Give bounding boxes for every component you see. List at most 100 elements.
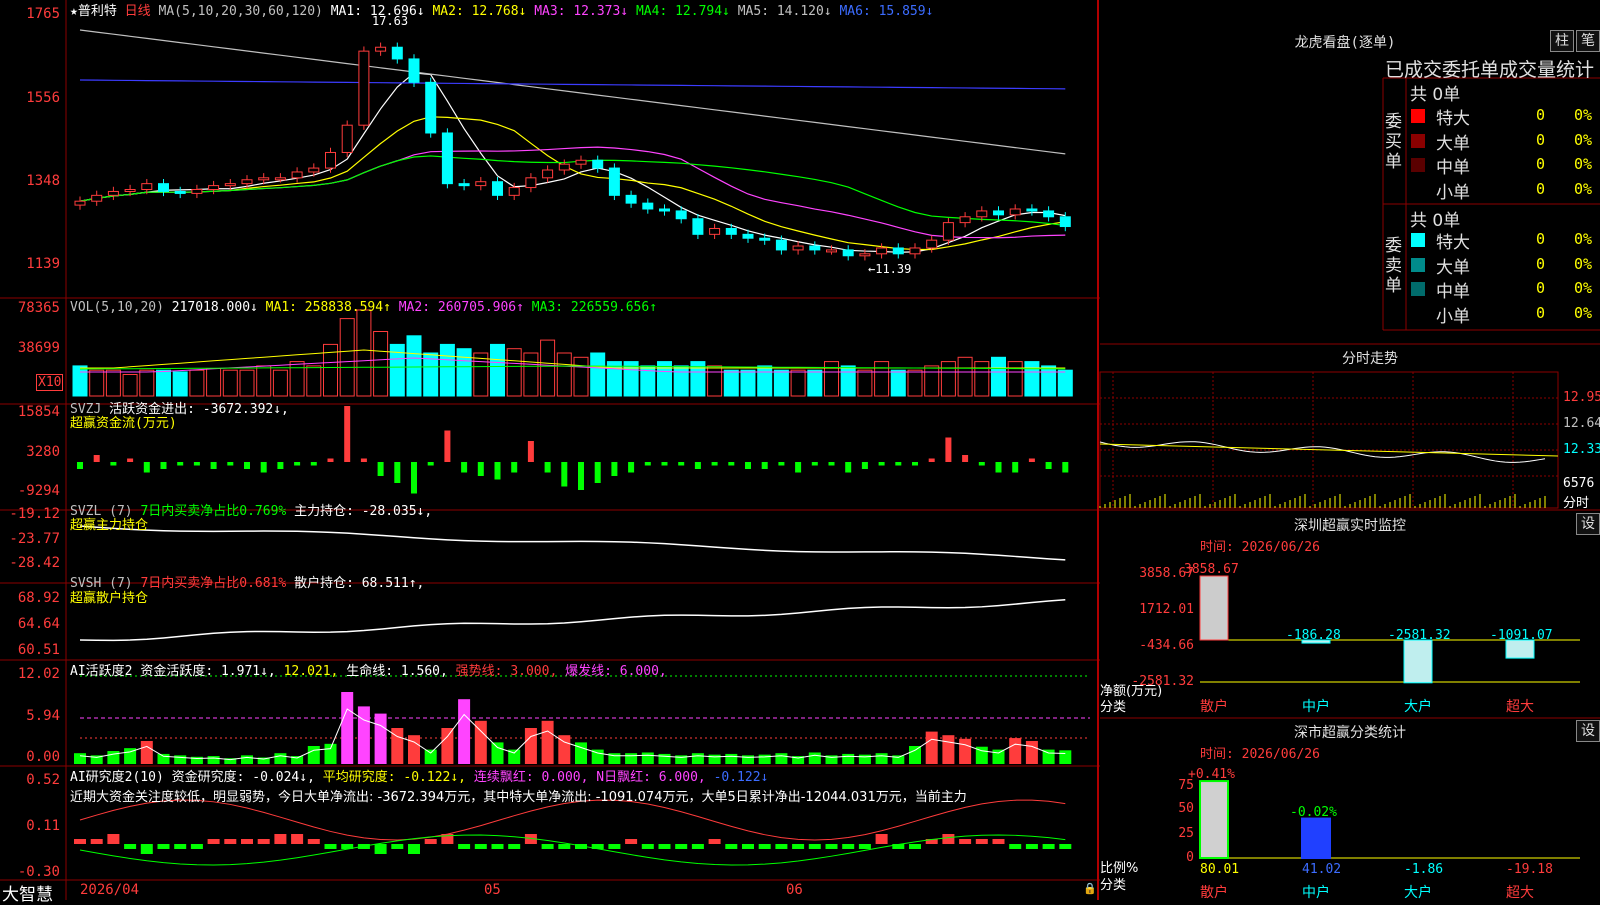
ai2-bar [875, 834, 888, 844]
volume-bar [139, 369, 155, 397]
candle-body [976, 210, 988, 218]
fenshi-tick: 6576 [1563, 476, 1595, 491]
sz-monitor-value: -186.28 [1286, 628, 1341, 643]
sz-monitor-bar [1403, 639, 1433, 684]
sz-monitor-value: 3858.67 [1184, 562, 1239, 577]
vol-label: VOL(5,10,20) [70, 300, 164, 315]
ma4-value: MA4: 12.794↓ [635, 4, 730, 19]
ma-line [79, 146, 1066, 239]
volume-bar [540, 339, 556, 397]
ai2-tick: -0.30 [17, 864, 60, 880]
ai2-bar [458, 844, 471, 849]
volume-bar [790, 369, 806, 397]
svzj-bar [93, 455, 100, 462]
svzj-bar [878, 462, 885, 466]
star-icon[interactable]: ★ [70, 4, 78, 19]
volume-bar [506, 348, 522, 397]
price-tick: 1765 [26, 6, 60, 22]
svzj-bar [494, 462, 501, 480]
ai1-tick: 12.02 [17, 666, 60, 682]
tick-mode-button[interactable]: 笔 [1576, 30, 1600, 52]
sz-class-settings-button[interactable]: 设 [1576, 720, 1600, 742]
ma-line [79, 29, 1066, 155]
ai2-avg: 平均研究度: -0.122↓, [322, 770, 467, 785]
ai1-bar [307, 746, 320, 764]
buy-row-label: 中单 [1436, 158, 1470, 178]
ma-line [79, 72, 1066, 253]
sz-monitor-tick: -434.66 [1139, 638, 1194, 653]
bar-mode-button[interactable]: 柱 [1550, 30, 1574, 52]
ai1-bar [658, 753, 671, 764]
volume-bar [556, 352, 572, 397]
svzj-bar [527, 441, 534, 462]
buy-row-volume: 0 [1536, 106, 1546, 124]
svzj-bar [427, 462, 434, 466]
ai1-bar [758, 754, 771, 764]
candle-body [441, 132, 453, 185]
candle-body [876, 247, 888, 255]
ai1-bar [625, 753, 638, 764]
stock-name[interactable]: 普利特 [78, 4, 117, 19]
sz-class-value: -1.86 [1404, 862, 1444, 877]
volume-bar [723, 369, 739, 397]
svzj-bar [294, 462, 301, 466]
volume-bar [406, 335, 422, 397]
svzj-sub: 超赢资金流(万元) [70, 416, 177, 431]
svzj-bar [661, 462, 668, 466]
sell-row-volume: 0 [1536, 230, 1546, 248]
ai2-bar [742, 844, 754, 849]
sz-monitor-settings-button[interactable]: 设 [1576, 513, 1600, 535]
candle-body [191, 189, 203, 194]
sell-row-label: 大单 [1436, 257, 1470, 278]
ai2-bar [675, 844, 688, 849]
ai2-bar [625, 839, 638, 844]
volume-bar [757, 365, 773, 397]
ai1-bar [992, 749, 1005, 764]
candle-body [258, 177, 270, 181]
sz-monitor-bar [1199, 575, 1229, 641]
main-header: ★普利特 日线 MA(5,10,20,30,60,120) MA1: 12.69… [70, 0, 933, 19]
ai1-bar [107, 751, 120, 764]
svzj-bar [227, 462, 234, 466]
sz-monitor-value: -1091.07 [1490, 628, 1553, 643]
ai2-bar [992, 839, 1005, 844]
candle-body [558, 163, 570, 171]
ai2-bar [959, 839, 972, 844]
price-tick: 1556 [26, 90, 60, 106]
chart-canvas[interactable] [0, 0, 1600, 900]
ai1-bar [842, 753, 855, 764]
price-tick: 1348 [26, 173, 60, 189]
sz-class-change: -0.02% [1290, 804, 1337, 820]
candle-body [675, 210, 687, 220]
ai2-bar [174, 844, 187, 849]
svzj-bar [761, 462, 768, 469]
vol-ma2: MA2: 260705.906↑ [398, 300, 524, 315]
buy-count: 共 0单 [1410, 85, 1461, 105]
candle-body [325, 151, 336, 169]
ai2-bar [107, 834, 120, 844]
svzj-bar [177, 462, 184, 466]
candle-body [892, 247, 904, 255]
volume-bar [339, 318, 355, 397]
candle-body [742, 233, 754, 239]
svzj-tick: 15854 [17, 404, 60, 420]
period-label[interactable]: 日线 [125, 4, 151, 19]
candle-body [241, 179, 253, 185]
ai2-bar [324, 844, 337, 849]
ai1-bar [708, 754, 721, 764]
ai2-label: AI研究度2(10) [70, 770, 164, 785]
lock-icon[interactable]: 🔒 [1083, 882, 1097, 895]
sz-class-value: 80.01 [1200, 862, 1240, 877]
ai2-bar [1042, 844, 1055, 849]
volume-bar [840, 365, 856, 397]
vol-unit[interactable]: X10 [36, 374, 64, 391]
svzj-bar [778, 462, 785, 466]
candle-body [842, 249, 854, 257]
volume-bar [1024, 361, 1040, 397]
buy-group-title: 委买单 [1385, 112, 1402, 172]
svzj-bar [945, 437, 952, 462]
sz-monitor-tick: 3858.67 [1139, 566, 1194, 581]
brand-label[interactable]: 大智慧 [2, 880, 53, 905]
volume-bar [222, 369, 238, 397]
svzl-value: 主力持仓: -28.035↓, [294, 504, 433, 519]
